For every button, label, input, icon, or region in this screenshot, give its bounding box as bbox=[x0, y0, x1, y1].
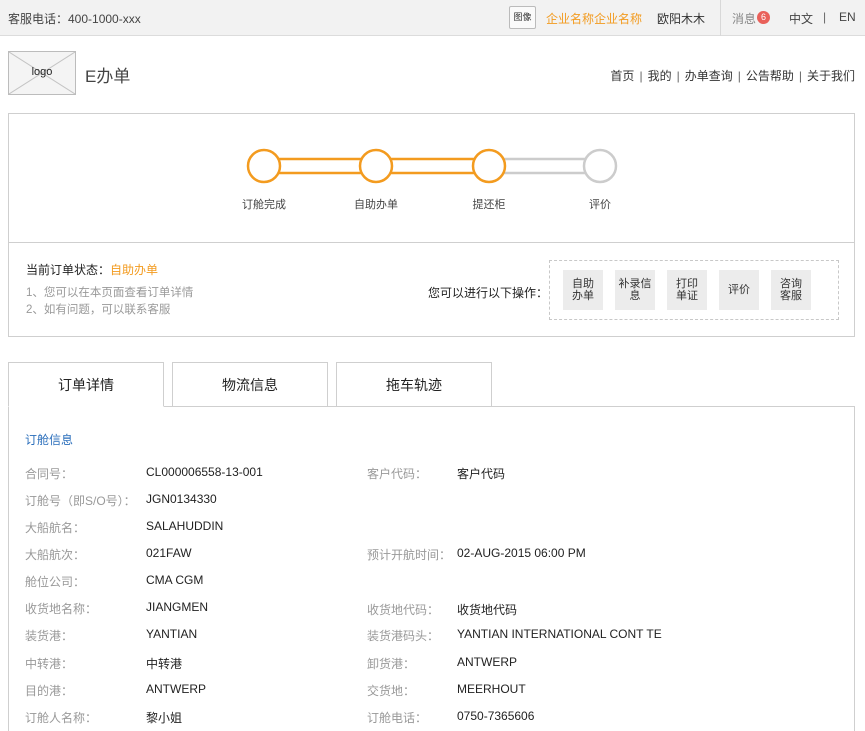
field-label: 客户代码： bbox=[367, 467, 428, 481]
field-label: 预计开航时间： bbox=[367, 548, 452, 562]
step-label: 自助办单 bbox=[354, 199, 398, 211]
step-3-circle bbox=[471, 148, 507, 184]
field-label: 订舱号（即S/O号）： bbox=[25, 494, 136, 508]
field-label: 合同号： bbox=[25, 467, 74, 481]
step-4-circle bbox=[582, 148, 618, 184]
field-label: 订舱人名称： bbox=[25, 711, 98, 725]
connector-1 bbox=[275, 157, 375, 175]
field-label: 收货地名称： bbox=[25, 602, 98, 616]
avatar[interactable]: 图像 bbox=[509, 6, 536, 29]
tab-logistics[interactable]: 物流信息 bbox=[172, 362, 328, 407]
field-value: 黎小姐 bbox=[146, 711, 183, 725]
field-label: 装货港码头： bbox=[367, 629, 440, 643]
field-value: SALAHUDDIN bbox=[146, 519, 224, 533]
step-connectors bbox=[275, 157, 601, 175]
contact-support-button[interactable]: 咨询 客服 bbox=[771, 270, 811, 310]
field-label: 大船航名： bbox=[25, 521, 86, 535]
supplement-info-button[interactable]: 补录信 息 bbox=[615, 270, 655, 310]
self-service-order-button[interactable]: 自助 办单 bbox=[563, 270, 603, 310]
field-label: 大船航次： bbox=[25, 548, 86, 562]
operations-box: 自助 办单 补录信 息 打印 单证 评价 咨询 客服 bbox=[549, 260, 839, 320]
field-label: 交货地： bbox=[367, 684, 416, 698]
logo[interactable]: logo bbox=[8, 51, 76, 95]
order-status: 当前订单状态：自助办单 bbox=[26, 261, 158, 278]
divider bbox=[9, 242, 854, 243]
field-value: JIANGMEN bbox=[146, 600, 209, 614]
step-1-circle bbox=[246, 148, 282, 184]
field-value: 0750-7365606 bbox=[457, 709, 535, 723]
hint-text: 1、您可以在本页面查看订单详情 bbox=[26, 287, 194, 299]
field-value: 收货地代码 bbox=[457, 603, 518, 617]
step-label: 评价 bbox=[589, 199, 611, 211]
nav-separator: | bbox=[798, 69, 802, 83]
lang-en-link[interactable]: EN bbox=[839, 10, 856, 24]
field-value: 中转港 bbox=[146, 657, 183, 671]
print-documents-button[interactable]: 打印 单证 bbox=[667, 270, 707, 310]
nav-separator: | bbox=[737, 69, 741, 83]
progress-steps bbox=[246, 148, 618, 184]
tab-content bbox=[8, 406, 855, 731]
order-status-label: 当前订单状态： bbox=[26, 263, 111, 277]
operations-label: 您可以进行以下操作： bbox=[428, 286, 549, 300]
nav-separator: | bbox=[676, 69, 680, 83]
field-value: CL000006558-13-001 bbox=[146, 465, 263, 479]
service-phone: 客服电话：400-1000-xxx bbox=[8, 12, 141, 26]
hint-text: 2、如有问题，可以联系客服 bbox=[26, 304, 171, 316]
section-title: 订舱信息 bbox=[25, 433, 74, 447]
company-name-link[interactable]: 企业名称企业名称 bbox=[546, 10, 642, 27]
user-name-link[interactable]: 欧阳木木 bbox=[657, 10, 705, 27]
field-value: 02-AUG-2015 06:00 PM bbox=[457, 546, 586, 560]
nav-notice-help[interactable]: 公告帮助 bbox=[746, 69, 794, 83]
message-count-badge: 6 bbox=[757, 11, 770, 24]
field-value: ANTWERP bbox=[146, 682, 206, 696]
field-value: YANTIAN INTERNATIONAL CONT TE bbox=[457, 627, 662, 641]
nav-order-query[interactable]: 办单查询 bbox=[685, 69, 733, 83]
divider bbox=[720, 0, 721, 36]
top-bar: 客服电话：400-1000-xxx 图像 企业名称企业名称 欧阳木木 消息 6 … bbox=[0, 0, 865, 36]
field-label: 目的港： bbox=[25, 684, 74, 698]
nav-home[interactable]: 首页 bbox=[610, 69, 634, 83]
step-label: 提还柜 bbox=[472, 199, 506, 211]
field-label: 收货地代码： bbox=[367, 603, 440, 617]
nav-about[interactable]: 关于我们 bbox=[807, 69, 855, 83]
order-status-value: 自助办单 bbox=[110, 263, 159, 277]
nav-separator: | bbox=[639, 69, 643, 83]
field-value: ANTWERP bbox=[457, 655, 517, 669]
lang-zh-link[interactable]: 中文 bbox=[789, 10, 813, 27]
nav-mine[interactable]: 我的 bbox=[648, 69, 672, 83]
field-label: 订舱电话： bbox=[367, 711, 428, 725]
field-label: 中转港： bbox=[25, 657, 74, 671]
app-title: E办单 bbox=[85, 67, 131, 86]
field-value: MEERHOUT bbox=[457, 682, 526, 696]
step-label: 订舱完成 bbox=[242, 199, 286, 211]
order-progress-panel: 订舱完成 自助办单 提还柜 评价 当前订单状态：自助办单 1、您可以在本页面查看… bbox=[8, 113, 855, 337]
field-value: JGN0134330 bbox=[146, 492, 217, 506]
field-value: CMA CGM bbox=[146, 573, 204, 587]
field-value: YANTIAN bbox=[146, 627, 198, 641]
field-value: 客户代码 bbox=[457, 467, 506, 481]
field-label: 舱位公司： bbox=[25, 575, 86, 589]
field-value: 021FAW bbox=[146, 546, 192, 560]
messages-link[interactable]: 消息 bbox=[732, 10, 756, 27]
lang-separator: | bbox=[823, 10, 827, 24]
field-label: 卸货港： bbox=[367, 657, 416, 671]
main-nav: 首页 | 我的 | 办单查询 | 公告帮助 | 关于我们 bbox=[610, 67, 855, 84]
field-label: 装货港： bbox=[25, 629, 74, 643]
logo-text: logo bbox=[31, 66, 53, 78]
connector-2 bbox=[388, 157, 488, 175]
step-2-circle bbox=[358, 148, 394, 184]
rate-button[interactable]: 评价 bbox=[719, 270, 759, 310]
tab-order-details[interactable]: 订单详情 bbox=[8, 362, 164, 407]
tab-truck-track[interactable]: 拖车轨迹 bbox=[336, 362, 492, 407]
